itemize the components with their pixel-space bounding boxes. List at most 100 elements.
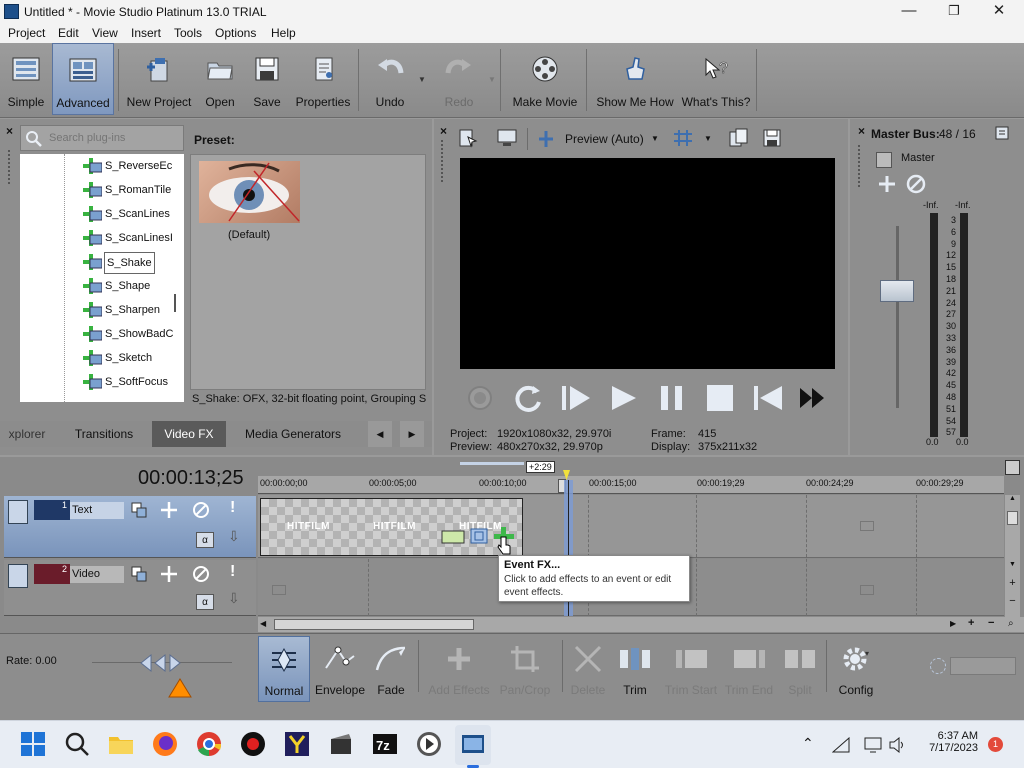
tab-video-fx[interactable]: Video FX bbox=[152, 421, 226, 447]
menu-project[interactable]: Project bbox=[7, 25, 46, 42]
overlays-chevron-icon[interactable]: ▼ bbox=[704, 134, 712, 143]
plugin-item[interactable]: S_ShowBadC bbox=[20, 322, 180, 346]
composite-arrow-icon[interactable]: ⇩ bbox=[228, 528, 240, 545]
preview-properties-icon[interactable] bbox=[458, 128, 478, 148]
file-explorer-icon[interactable] bbox=[106, 729, 136, 759]
preview-quality-chevron-icon[interactable]: ▼ bbox=[651, 134, 659, 143]
chevron-up-icon[interactable]: ⌃ bbox=[802, 735, 814, 752]
overlays-grid-icon[interactable] bbox=[672, 128, 694, 148]
alpha-icon[interactable]: α bbox=[196, 594, 214, 610]
panel-grip[interactable] bbox=[858, 145, 862, 187]
timecode-display[interactable]: 00:00:13;25 bbox=[138, 467, 244, 490]
movie-studio-taskbar-icon[interactable] bbox=[458, 729, 488, 759]
go-to-end-icon[interactable] bbox=[796, 380, 832, 416]
7zip-icon[interactable]: 7z bbox=[370, 729, 400, 759]
plugin-item[interactable]: S_Sharpen bbox=[20, 298, 180, 322]
plugin-item[interactable]: S_ScanLinesI bbox=[20, 226, 180, 250]
plugin-item[interactable]: S_SoftFocus bbox=[20, 370, 180, 394]
tree-scrollbar[interactable] bbox=[174, 294, 176, 312]
crop-icon[interactable] bbox=[441, 529, 465, 545]
menu-help[interactable]: Help bbox=[270, 25, 297, 42]
pan-crop-event-icon[interactable] bbox=[469, 527, 489, 545]
track-name[interactable]: Video bbox=[70, 566, 124, 583]
go-to-start-icon[interactable] bbox=[750, 380, 786, 416]
play-icon[interactable] bbox=[606, 380, 642, 416]
chrome-icon[interactable] bbox=[194, 729, 224, 759]
tab-next-button[interactable]: ▶ bbox=[400, 421, 424, 447]
media-player-icon[interactable] bbox=[414, 729, 444, 759]
config-button[interactable]: ▾ Config bbox=[830, 636, 882, 702]
firefox-icon[interactable] bbox=[150, 729, 180, 759]
close-master-icon[interactable]: × bbox=[858, 124, 865, 138]
solo-track-icon[interactable]: ! bbox=[230, 563, 235, 581]
properties-button[interactable]: Properties bbox=[292, 43, 354, 115]
simple-button[interactable]: Simple bbox=[2, 43, 50, 115]
zoom-tool-icon[interactable]: ⌕ bbox=[1008, 618, 1014, 629]
track-name[interactable]: Text bbox=[70, 502, 124, 519]
split-screen-icon[interactable] bbox=[536, 129, 556, 149]
tab-explorer[interactable]: xplorer bbox=[0, 421, 54, 447]
play-from-start-icon[interactable] bbox=[558, 380, 594, 416]
compositing-mode-icon[interactable] bbox=[130, 501, 148, 519]
external-monitor-icon[interactable] bbox=[496, 128, 518, 148]
pan-icon[interactable] bbox=[876, 174, 898, 194]
video-preview-screen[interactable] bbox=[460, 158, 835, 369]
mute-track-icon[interactable] bbox=[192, 565, 210, 583]
plugin-search-input[interactable] bbox=[49, 129, 179, 147]
tab-media-generators[interactable]: Media Generators bbox=[236, 421, 350, 447]
undo-button[interactable]: Undo bbox=[366, 43, 414, 115]
vertical-scrollbar[interactable]: ▲ ▼ + − bbox=[1005, 495, 1020, 617]
undo-dropdown-icon[interactable]: ▼ bbox=[418, 75, 426, 84]
copy-snapshot-icon[interactable] bbox=[728, 128, 750, 148]
marker-toggle-icon[interactable] bbox=[1005, 460, 1020, 475]
plugin-item[interactable]: S_Shape bbox=[20, 274, 180, 298]
make-movie-button[interactable]: Make Movie bbox=[508, 43, 582, 115]
whats-this-button[interactable]: ? What's This? bbox=[680, 43, 752, 115]
app-y-icon[interactable] bbox=[282, 729, 312, 759]
mute-track-icon[interactable] bbox=[192, 501, 210, 519]
fade-tool-button[interactable]: Fade bbox=[368, 636, 414, 702]
track-header-text[interactable]: 1 Text ! α ⇩ bbox=[4, 496, 256, 558]
menu-tools[interactable]: Tools bbox=[173, 25, 203, 42]
horizontal-scrollbar[interactable]: ◀ ▶ + − ⌕ bbox=[258, 617, 1024, 632]
trim-end-button[interactable]: Trim End bbox=[724, 636, 774, 702]
tab-transitions[interactable]: Transitions bbox=[64, 421, 144, 447]
preview-quality-dropdown[interactable]: Preview (Auto) bbox=[565, 132, 644, 146]
advanced-button[interactable]: Advanced bbox=[52, 43, 114, 115]
alpha-icon[interactable]: α bbox=[196, 532, 214, 548]
search-timeline-box[interactable] bbox=[950, 657, 1016, 675]
trim-button[interactable]: Trim bbox=[612, 636, 658, 702]
close-button[interactable]: ✕ bbox=[976, 0, 1022, 24]
scroll-thumb[interactable] bbox=[1007, 511, 1018, 525]
rate-slider-handle-icon[interactable] bbox=[140, 654, 186, 672]
delete-button[interactable]: Delete bbox=[566, 636, 610, 702]
plugin-tree[interactable]: S_ReverseEc S_RomanTile S_ScanLines S_Sc… bbox=[20, 154, 184, 402]
composite-arrow-icon[interactable]: ⇩ bbox=[228, 590, 240, 607]
plugin-search-box[interactable] bbox=[20, 125, 184, 151]
plugin-item[interactable]: S_ScanLines bbox=[20, 202, 180, 226]
h-scroll-thumb[interactable] bbox=[274, 619, 474, 630]
stop-icon[interactable] bbox=[702, 380, 738, 416]
close-panel-icon[interactable]: × bbox=[6, 124, 13, 138]
notification-badge[interactable]: 1 bbox=[988, 737, 1003, 752]
solo-track-icon[interactable]: ! bbox=[230, 499, 235, 517]
plugin-item[interactable]: S_Sketch bbox=[20, 346, 180, 370]
display-icon[interactable] bbox=[864, 737, 882, 753]
text-event-clip[interactable]: HITFILM HITFILM HITFILM bbox=[260, 498, 523, 556]
save-button[interactable]: Save bbox=[246, 43, 288, 115]
master-fader-knob[interactable] bbox=[880, 280, 914, 302]
pause-icon[interactable] bbox=[654, 380, 690, 416]
snapping-icon[interactable] bbox=[930, 658, 946, 674]
loop-playback-icon[interactable] bbox=[510, 380, 546, 416]
volume-icon[interactable] bbox=[888, 737, 906, 753]
menu-options[interactable]: Options bbox=[214, 25, 257, 42]
add-effects-button[interactable]: Add Effects bbox=[424, 636, 494, 702]
trim-start-button[interactable]: Trim Start bbox=[660, 636, 722, 702]
redo-dropdown-icon[interactable]: ▼ bbox=[488, 75, 496, 84]
split-button[interactable]: Split bbox=[776, 636, 824, 702]
preset-thumbnail[interactable] bbox=[199, 161, 300, 223]
rate-marker-icon[interactable] bbox=[168, 678, 192, 698]
menu-insert[interactable]: Insert bbox=[130, 25, 162, 42]
envelope-tool-button[interactable]: Envelope bbox=[314, 636, 366, 702]
compositing-mode-icon[interactable] bbox=[130, 565, 148, 583]
